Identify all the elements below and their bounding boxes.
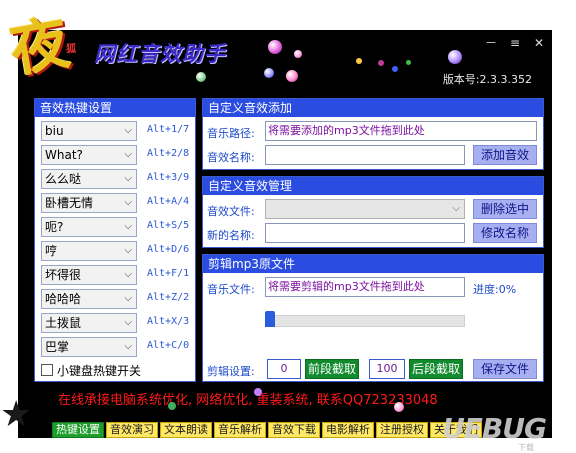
clip-start-field[interactable]: 0	[267, 359, 301, 379]
menu-button[interactable]: ≡	[508, 36, 522, 50]
hotkey-panel-title: 音效热键设置	[35, 99, 195, 117]
clip-panel: 剪辑mp3原文件 音乐文件: 将需要剪辑的mp3文件拖到此处 进度:0% 剪辑设…	[202, 254, 544, 382]
chevron-down-icon: ⌵	[452, 203, 460, 214]
hotkey-panel: 音效热键设置 biu ⌵ Alt+1/7 What? ⌵ Alt+2/8 么么哒 ⌵ …	[34, 98, 196, 382]
new-name-label: 新的名称:	[207, 229, 255, 242]
tab-register[interactable]: 注册授权	[376, 422, 428, 438]
hotkey-label: Alt+3/9	[147, 172, 190, 183]
hotkey-label: Alt+Z/2	[147, 292, 190, 303]
hotkey-sound-select[interactable]: 土拨鼠 ⌵	[41, 313, 137, 333]
decor-bubble-icon	[394, 402, 404, 412]
decor-bubble-icon	[356, 58, 362, 64]
delete-selected-button[interactable]: 删除选中	[473, 199, 537, 219]
music-path-field[interactable]: 将需要添加的mp3文件拖到此处	[265, 121, 537, 141]
chevron-down-icon: ⌵	[124, 245, 132, 256]
chevron-down-icon: ⌵	[124, 269, 132, 280]
star-icon: ★	[0, 394, 33, 435]
tab-music-parse[interactable]: 音乐解析	[214, 422, 266, 438]
effect-file-select[interactable]: ⌵	[265, 199, 465, 219]
hotkey-sound-select[interactable]: 巴掌 ⌵	[41, 337, 137, 357]
add-effect-panel: 自定义音效添加 音乐路径: 将需要添加的mp3文件拖到此处 音效名称: 添加音效	[202, 98, 544, 170]
tab-text-reading[interactable]: 文本朗读	[160, 422, 212, 438]
music-path-label: 音乐路径:	[207, 127, 255, 140]
banner: 夜 狐 网红音效助手 － ≡ ✕ 版本号:2.3.3.352	[5, 8, 552, 92]
back-clip-button[interactable]: 后段截取	[409, 359, 463, 379]
chevron-down-icon: ⌵	[124, 317, 132, 328]
decor-bubble-icon	[294, 50, 302, 58]
app-title: 网红音效助手	[94, 41, 226, 66]
tab-effect-download[interactable]: 音效下载	[268, 422, 320, 438]
hotkey-label: Alt+1/7	[147, 124, 190, 135]
minimize-button[interactable]: －	[484, 36, 498, 50]
decor-bubble-icon	[254, 388, 262, 396]
effect-name-field[interactable]	[265, 145, 465, 165]
decor-bubble-icon	[406, 60, 411, 65]
hotkey-label: Alt+X/3	[147, 316, 190, 327]
add-effect-button[interactable]: 添加音效	[473, 145, 537, 165]
tab-effect-practice[interactable]: 音效演习	[106, 422, 158, 438]
decor-bubble-icon	[196, 72, 206, 82]
hotkey-label: Alt+C/0	[147, 340, 190, 351]
clip-title: 剪辑mp3原文件	[203, 255, 543, 273]
new-name-field[interactable]	[265, 223, 465, 243]
chevron-down-icon: ⌵	[124, 197, 132, 208]
logo-character: 夜	[5, 8, 75, 86]
save-file-button[interactable]: 保存文件	[473, 359, 537, 379]
hotkey-label: Alt+2/8	[147, 148, 190, 159]
hotkey-sound-select[interactable]: 哈哈哈 ⌵	[41, 289, 137, 309]
version-label: 版本号:2.3.3.352	[442, 73, 532, 86]
numpad-hotkey-checkbox[interactable]	[41, 364, 53, 376]
watermark-logo: UEBUG	[442, 412, 547, 445]
numpad-hotkey-label: 小键盘热键开关	[57, 364, 142, 378]
manage-effect-title: 自定义音效管理	[203, 177, 543, 195]
hotkey-label: Alt+D/6	[147, 244, 190, 255]
ad-marquee: 在线承接电脑系统优化, 网络优化, 重装系统, 联系QQ723233048	[58, 393, 438, 408]
front-clip-button[interactable]: 前段截取	[305, 359, 359, 379]
decor-bubble-icon	[168, 402, 176, 410]
decor-bubble-icon	[264, 68, 274, 78]
chevron-down-icon: ⌵	[124, 293, 132, 304]
clip-file-field[interactable]: 将需要剪辑的mp3文件拖到此处	[265, 277, 465, 297]
tab-movie-parse[interactable]: 电影解析	[322, 422, 374, 438]
hotkey-sound-select[interactable]: biu ⌵	[41, 121, 137, 141]
hotkey-sound-select[interactable]: 坏得很 ⌵	[41, 265, 137, 285]
effect-name-label: 音效名称:	[207, 151, 255, 164]
chevron-down-icon: ⌵	[124, 149, 132, 160]
chevron-down-icon: ⌵	[124, 341, 132, 352]
chevron-down-icon: ⌵	[124, 221, 132, 232]
hotkey-sound-select[interactable]: 卧槽无情 ⌵	[41, 193, 137, 213]
decor-bubble-icon	[286, 70, 298, 82]
hotkey-sound-select[interactable]: What? ⌵	[41, 145, 137, 165]
app-window: 夜 狐 网红音效助手 － ≡ ✕ 版本号:2.3.3.352 音效热键设置 bi…	[0, 8, 552, 452]
clip-end-field[interactable]: 100	[369, 359, 405, 379]
clip-settings-label: 剪辑设置:	[207, 365, 255, 378]
decor-bubble-icon	[378, 60, 384, 66]
hotkey-sound-select[interactable]: 么么哒 ⌵	[41, 169, 137, 189]
clip-file-label: 音乐文件:	[207, 283, 255, 296]
window-controls: － ≡ ✕	[484, 36, 546, 50]
clip-slider-track[interactable]	[269, 315, 465, 327]
chevron-down-icon: ⌵	[124, 173, 132, 184]
logo-small-text: 狐	[66, 44, 76, 55]
progress-label: 进度:0%	[473, 283, 517, 296]
decor-bubble-icon	[448, 50, 462, 64]
watermark-sub: 下载	[518, 443, 534, 452]
effect-file-label: 音效文件:	[207, 205, 255, 218]
hotkey-sound-select[interactable]: 呃? ⌵	[41, 217, 137, 237]
chevron-down-icon: ⌵	[124, 125, 132, 136]
tab-bar: 热键设置 音效演习 文本朗读 音乐解析 音效下载 电影解析 注册授权 关于我们	[52, 422, 484, 438]
hotkey-label: Alt+F/1	[147, 268, 190, 279]
decor-bubble-icon	[392, 66, 398, 72]
manage-effect-panel: 自定义音效管理 音效文件: ⌵ 删除选中 新的名称: 修改名称	[202, 176, 544, 248]
hotkey-sound-select[interactable]: 哼 ⌵	[41, 241, 137, 261]
close-button[interactable]: ✕	[532, 36, 546, 50]
rename-button[interactable]: 修改名称	[473, 223, 537, 243]
add-effect-title: 自定义音效添加	[203, 99, 543, 117]
hotkey-label: Alt+A/4	[147, 196, 190, 207]
hotkey-label: Alt+S/5	[147, 220, 190, 231]
clip-slider-thumb[interactable]	[265, 311, 275, 327]
tab-hotkey-settings[interactable]: 热键设置	[52, 422, 104, 438]
decor-bubble-icon	[268, 40, 282, 54]
